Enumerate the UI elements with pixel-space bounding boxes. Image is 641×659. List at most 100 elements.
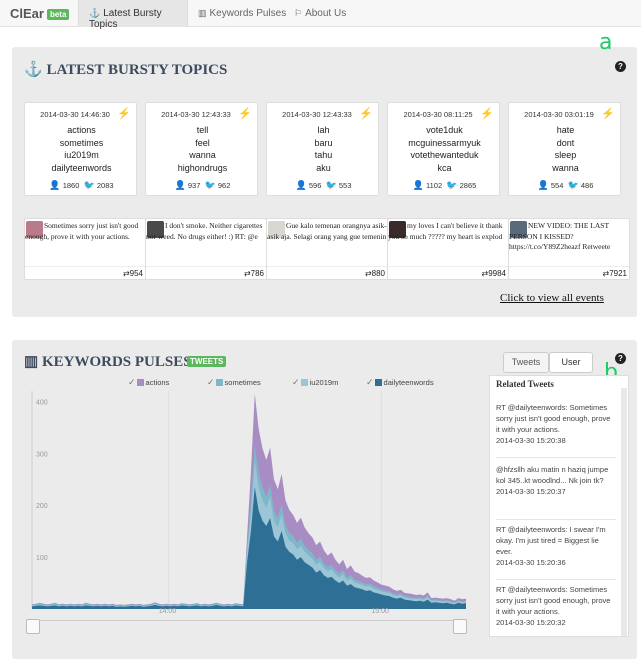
tweets-toggle-button[interactable]: Tweets [503, 352, 549, 373]
slider-left-handle[interactable] [26, 619, 40, 634]
tweet-card[interactable]: NEW VIDEO: THE LAST PERSON I KISSED? htt… [508, 218, 630, 280]
bolt-icon: ⚡ [238, 108, 252, 120]
legend-swatch [374, 379, 382, 386]
divider [496, 457, 616, 458]
twitter-icon: 🐦 [446, 180, 458, 190]
brand-logo[interactable]: ClEar beta [10, 6, 70, 21]
check-icon: ✓ [292, 377, 300, 387]
user-count: 937 [187, 181, 201, 190]
retweet-row: ⇄9984 [388, 266, 508, 280]
related-tweet[interactable]: RT @dailyteenwords: I swear I'm okay. I'… [496, 524, 616, 568]
bolt-icon: ⚡ [117, 108, 131, 120]
related-tweet[interactable]: RT @dailyteenwords: Sometimes sorry just… [496, 402, 616, 446]
related-tweets-panel: Related Tweets RT @dailyteenwords: Somet… [489, 375, 629, 637]
topic-card[interactable]: 2014-03-30 08:11:25 ⚡ vote1duk mcguinessarm… [387, 102, 500, 196]
tweet-count: 486 [580, 181, 594, 190]
help-icon[interactable]: ? [615, 61, 626, 72]
topic-keyword: iu2019m [64, 150, 99, 160]
legend-item[interactable]: ✓ sometimes [207, 377, 261, 388]
topic-keyword: kca [437, 162, 452, 173]
topic-keyword: aku [316, 162, 331, 173]
related-tweet[interactable]: @hfzsllh aku matin n haziq jumpe kol 345… [496, 464, 616, 497]
nav-tab-latest-bursty-topics[interactable]: ⚓ Latest Bursty Topics [78, 0, 188, 30]
twitter-icon: 🐦 [204, 180, 216, 190]
tweet-card[interactable]: I don't smoke. Neither cigarettes nor we… [145, 218, 267, 280]
legend-item[interactable]: ✓ iu2019m [292, 377, 338, 388]
retweet-icon: ⇄ [122, 269, 130, 278]
topic-keyword: sleep [554, 150, 577, 160]
nav-tab-label: Keywords Pulses [209, 8, 287, 19]
topic-card[interactable]: 2014-03-30 12:43:33 ⚡ lah baru tahu aku 👤 596 … [266, 102, 379, 196]
tweet-text: my loves I can't believe it thank you so… [388, 221, 503, 241]
retweet-icon: ⇄ [243, 269, 251, 278]
retweet-count: 786 [250, 269, 264, 278]
y-tick-label: 100 [36, 555, 48, 562]
topic-keyword: sometimes [59, 137, 104, 148]
annotation-label-a: a [599, 30, 613, 55]
topic-keyword: tell [196, 125, 209, 135]
user-toggle-button[interactable]: User [549, 352, 593, 373]
topic-keyword: votethewanteduk [410, 150, 479, 160]
topic-card[interactable]: 2014-03-30 12:43:33 ⚡ tell feel wanna highond… [145, 102, 258, 196]
related-tweet-time: 2014-03-30 15:20:37 [496, 487, 566, 496]
legend-label: dailyteenwords [383, 378, 434, 387]
topic-keyword: dailyteenwords [51, 162, 112, 173]
nav-tab-about-us[interactable]: ⚐ About Us [294, 0, 354, 27]
retweet-row: ⇄954 [25, 266, 145, 280]
legend-item[interactable]: ✓ actions [128, 377, 169, 388]
related-tweets-title: Related Tweets [496, 379, 554, 389]
topic-stats: 👤 1102 🐦 2865 [388, 180, 501, 191]
user-count: 1860 [62, 181, 80, 190]
topic-keyword: mcguinessarmyuk [408, 137, 481, 148]
legend-swatch [136, 379, 144, 386]
divider [496, 519, 616, 520]
retweet-row: ⇄7921 [509, 266, 629, 280]
users-icon: 👤 [49, 180, 61, 190]
topic-keyword: highondrugs [177, 162, 228, 173]
topic-keywords: vote1duk mcguinessarmyuk votethewanteduk kc… [388, 124, 501, 174]
view-all-events-link[interactable]: Click to view all events [500, 292, 604, 304]
related-tweet-text: RT @dailyteenwords: Sometimes sorry just… [496, 585, 611, 616]
top-navbar: ClEar beta ⚓ Latest Bursty Topics ▥ Keyword… [0, 0, 641, 30]
legend-label: sometimes [224, 378, 261, 387]
tweet-card[interactable]: Sometimes sorry just isn't good enough, … [24, 218, 146, 280]
bar-chart-icon: ▥ [198, 8, 207, 18]
legend-swatch [215, 379, 223, 386]
anchor-icon: ⚓ [24, 62, 43, 78]
topic-keywords: actions sometimes iu2019m dailyteenwords [25, 124, 138, 174]
related-tweet[interactable]: RT @dailyteenwords: Sometimes sorry just… [496, 584, 616, 628]
related-tweets-scrollbar[interactable] [621, 388, 627, 636]
legend-item[interactable]: ✓ dailyteenwords [366, 377, 434, 388]
user-count: 596 [308, 181, 322, 190]
brand-name: ClEar [10, 6, 44, 21]
topic-card[interactable]: 2014-03-30 14:46:30 ⚡ actions sometimes iu20… [24, 102, 137, 196]
related-tweet-time: 2014-03-30 15:20:32 [496, 618, 566, 627]
tweet-text: I don't smoke. Neither cigarettes nor we… [146, 221, 263, 241]
tweet-card[interactable]: Gue kalo temenan orangnya asik-asik aja.… [266, 218, 388, 280]
related-tweet-time: 2014-03-30 15:20:36 [496, 558, 566, 567]
nav-tab-keywords-pulses[interactable]: ▥ Keywords Pulses [198, 0, 288, 27]
beta-badge: beta [46, 9, 70, 21]
topic-time: 2014-03-30 12:43:33 [161, 110, 231, 119]
retweet-row: ⇄786 [146, 266, 266, 280]
keywords-pulses-title-text: KEYWORDS PULSES [41, 354, 192, 370]
bursty-topics-title: ⚓ LATEST BURSTY TOPICS [24, 60, 227, 79]
user-count: 554 [550, 181, 564, 190]
topic-card[interactable]: 2014-03-30 03:01:19 ⚡ hate dont sleep wanna 👤 … [508, 102, 621, 196]
slider-right-handle[interactable] [453, 619, 467, 634]
related-tweet-text: @hfzsllh aku matin n haziq jumpe kol 345… [496, 465, 609, 485]
tweet-count: 2865 [459, 181, 477, 190]
tweet-text: NEW VIDEO: THE LAST PERSON I KISSED? htt… [509, 221, 611, 251]
check-icon: ✓ [128, 377, 136, 387]
topic-time: 2014-03-30 14:46:30 [40, 110, 110, 119]
tweet-card[interactable]: my loves I can't believe it thank you so… [387, 218, 509, 280]
topic-keyword: lah [317, 125, 330, 135]
tweet-text: Sometimes sorry just isn't good enough, … [25, 221, 139, 241]
topic-keywords: tell feel wanna highondrugs [146, 124, 259, 174]
topic-stats: 👤 596 🐦 553 [267, 180, 380, 191]
divider [496, 579, 616, 580]
retweet-count: 880 [371, 269, 385, 278]
time-range-slider[interactable] [26, 620, 463, 634]
legend-label: actions [145, 378, 170, 387]
topic-time: 2014-03-30 03:01:19 [524, 110, 594, 119]
